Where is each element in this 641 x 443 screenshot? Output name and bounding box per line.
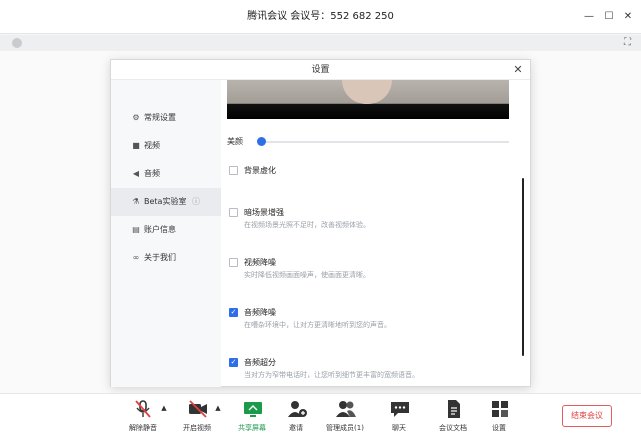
logo-icon: ∞	[132, 253, 140, 262]
checkbox-low-light[interactable]	[229, 208, 238, 217]
preview-face	[342, 80, 392, 104]
chat-icon	[389, 399, 409, 419]
meeting-docs-button[interactable]: 会议文档	[428, 399, 478, 439]
checkbox-audio-denoise[interactable]: ✓	[229, 308, 238, 317]
chat-button[interactable]: 聊天	[374, 399, 424, 439]
sidebar-item-video[interactable]: ■ 视频	[111, 132, 221, 160]
id-card-icon: ▤	[132, 225, 140, 234]
settings-sidebar: ⚙ 常规设置 ■ 视频 ◀ 音频 ⚗ Beta实验室 ⓘ ▤ 账户信息 ∞ 关于我们	[111, 80, 221, 387]
settings-dialog: 设置 ✕ ⚙ 常规设置 ■ 视频 ◀ 音频 ⚗ Beta实验室 ⓘ ▤ 账户信息 ∞ 关于我…	[110, 59, 531, 387]
dialog-title: 设置	[311, 65, 330, 75]
grid-settings-icon	[489, 399, 509, 419]
shield-icon[interactable]	[12, 38, 22, 48]
toolbar-label: 共享屏幕	[238, 424, 266, 432]
gear-icon: ⚙	[132, 113, 140, 122]
sidebar-item-label: 音频	[144, 169, 160, 178]
beaker-icon: ⚗	[132, 197, 140, 206]
beauty-slider-knob[interactable]	[257, 137, 266, 146]
toolbar-label: 设置	[492, 424, 506, 432]
option-description: 在嘈杂环境中，让对方更清晰地听到您的声音。	[244, 321, 391, 329]
camera-off-icon	[187, 399, 207, 419]
option-description: 实时降低视频画面噪声，使画面更清晰。	[244, 271, 370, 279]
sidebar-item-label: 常规设置	[144, 113, 176, 122]
option-label: 音频超分	[244, 358, 276, 367]
end-meeting-button[interactable]: 结束会议	[562, 405, 612, 427]
option-description: 当对方为窄带电话时，让您听到细节更丰富的宽频语音。	[244, 371, 419, 379]
checkbox-background-blur[interactable]	[229, 166, 238, 175]
toolbar-label: 会议文档	[439, 424, 467, 432]
fullscreen-icon[interactable]: ⛶	[624, 37, 631, 49]
toolbar-label: 管理成员(1)	[326, 424, 364, 432]
minimize-button[interactable]: —	[582, 11, 596, 23]
content-scrollbar[interactable]	[522, 178, 524, 356]
beauty-label: 美颜	[227, 137, 243, 146]
video-options-caret-icon[interactable]: ▲	[214, 404, 222, 412]
sidebar-item-label: 视频	[144, 141, 160, 150]
checkbox-audio-super-resolution[interactable]: ✓	[229, 358, 238, 367]
beauty-slider-track[interactable]	[259, 141, 509, 143]
sidebar-item-beta-lab[interactable]: ⚗ Beta实验室 ⓘ	[111, 188, 221, 216]
checkbox-video-denoise[interactable]	[229, 258, 238, 267]
sidebar-item-account[interactable]: ▤ 账户信息	[111, 216, 221, 244]
window-title: 腾讯会议 会议号：552 682 250	[247, 11, 394, 22]
document-icon	[443, 399, 463, 419]
share-screen-button[interactable]: 共享屏幕	[227, 399, 277, 439]
sidebar-item-general[interactable]: ⚙ 常规设置	[111, 104, 221, 132]
help-icon[interactable]: ⓘ	[192, 197, 200, 206]
title-bar: 腾讯会议 会议号：552 682 250 — ☐ ✕	[0, 0, 641, 34]
toolbar-label: 聊天	[392, 424, 406, 432]
dialog-header: 设置 ✕	[111, 60, 530, 80]
maximize-button[interactable]: ☐	[602, 11, 616, 23]
option-label: 视频降噪	[244, 258, 276, 267]
video-icon: ■	[132, 141, 140, 150]
settings-button[interactable]: 设置	[474, 399, 524, 439]
settings-content: 美颜 背景虚化 暗场景增强 在视频场景光照不足时，改善视频体验。 视频降噪 实时…	[221, 80, 532, 387]
toolbar-label: 邀请	[289, 424, 303, 432]
sidebar-item-label: 关于我们	[144, 253, 176, 262]
audio-options-caret-icon[interactable]: ▲	[160, 404, 168, 412]
invite-button[interactable]: 邀请	[271, 399, 321, 439]
members-icon	[335, 399, 356, 419]
speaker-icon: ◀	[132, 169, 140, 178]
sidebar-item-label: 账户信息	[144, 225, 176, 234]
video-preview	[227, 80, 509, 119]
toolbar-label: 解除静音	[129, 424, 157, 432]
mic-muted-icon	[133, 399, 153, 419]
sidebar-item-audio[interactable]: ◀ 音频	[111, 160, 221, 188]
meeting-info-bar: ⛶	[0, 35, 641, 51]
sidebar-item-label: Beta实验室	[144, 197, 187, 206]
sidebar-item-about[interactable]: ∞ 关于我们	[111, 244, 221, 272]
option-description: 在视频场景光照不足时，改善视频体验。	[244, 221, 370, 229]
toolbar-label: 开启视频	[183, 424, 211, 432]
option-label: 音频降噪	[244, 308, 276, 317]
dialog-close-icon[interactable]: ✕	[512, 63, 524, 77]
add-user-icon	[286, 399, 307, 419]
screen-share-icon	[242, 399, 262, 419]
option-label: 暗场景增强	[244, 208, 284, 217]
close-window-button[interactable]: ✕	[621, 11, 635, 23]
option-label: 背景虚化	[244, 166, 276, 175]
manage-members-button[interactable]: 管理成员(1)	[320, 399, 370, 439]
